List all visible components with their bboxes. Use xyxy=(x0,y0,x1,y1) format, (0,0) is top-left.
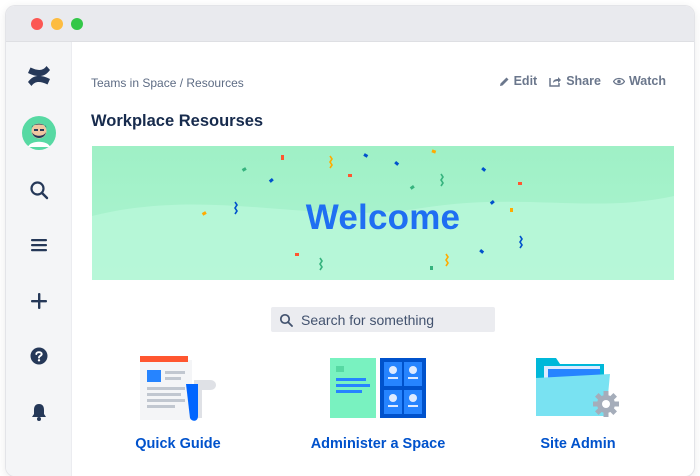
folder-gear-icon xyxy=(536,358,619,417)
tile-quick-guide[interactable]: Quick Guide xyxy=(93,356,263,452)
close-window-button[interactable] xyxy=(31,18,43,30)
tile-administer-space[interactable]: Administer a Space xyxy=(293,356,463,452)
confluence-logo[interactable] xyxy=(19,56,59,96)
space-board-icon xyxy=(330,358,426,418)
tile-site-admin-label: Site Admin xyxy=(540,436,616,452)
pencil-icon xyxy=(499,77,509,86)
share-button[interactable]: Share xyxy=(549,74,601,88)
maximize-window-button[interactable] xyxy=(71,18,83,30)
edit-button[interactable]: Edit xyxy=(499,74,538,88)
menu-nav-item[interactable] xyxy=(19,225,59,265)
sidebar xyxy=(6,42,72,476)
breadcrumb[interactable]: Teams in Space / Resources xyxy=(91,76,244,90)
welcome-heading: Welcome xyxy=(305,198,461,237)
search-icon xyxy=(279,313,293,327)
help-nav-item[interactable] xyxy=(19,336,59,376)
tile-quick-guide-label: Quick Guide xyxy=(135,436,221,452)
main-content: Teams in Space / Resources Edit Share Wa… xyxy=(72,42,694,476)
page-title: Workplace Resourses xyxy=(91,112,264,130)
menu-icon xyxy=(31,239,47,252)
watch-button[interactable]: Watch xyxy=(612,74,666,88)
eye-icon xyxy=(612,77,625,85)
help-icon xyxy=(30,347,48,365)
confluence-logo-icon xyxy=(28,66,50,86)
tile-site-admin[interactable]: Site Admin xyxy=(493,356,663,452)
minimize-window-button[interactable] xyxy=(51,18,63,30)
plus-icon xyxy=(31,293,47,309)
avatar[interactable] xyxy=(19,113,59,153)
notifications-nav-item[interactable] xyxy=(19,392,59,432)
welcome-banner: Welcome xyxy=(92,146,674,280)
notification-icon xyxy=(32,404,46,421)
document-icon xyxy=(140,356,216,421)
edit-label: Edit xyxy=(513,74,538,88)
avatar-icon xyxy=(22,116,56,150)
search-nav-item[interactable] xyxy=(19,170,59,210)
search-box[interactable]: Search for something xyxy=(271,307,495,332)
page-actions: Edit Share Watch xyxy=(499,74,666,88)
share-icon xyxy=(549,77,562,87)
search-placeholder: Search for something xyxy=(301,311,435,328)
search-icon xyxy=(30,181,49,200)
title-bar xyxy=(6,6,694,42)
watch-label: Watch xyxy=(628,74,666,88)
app-window: Teams in Space / Resources Edit Share Wa… xyxy=(6,6,694,476)
create-nav-item[interactable] xyxy=(19,281,59,321)
tile-administer-space-label: Administer a Space xyxy=(310,436,446,452)
share-label: Share xyxy=(566,74,601,88)
